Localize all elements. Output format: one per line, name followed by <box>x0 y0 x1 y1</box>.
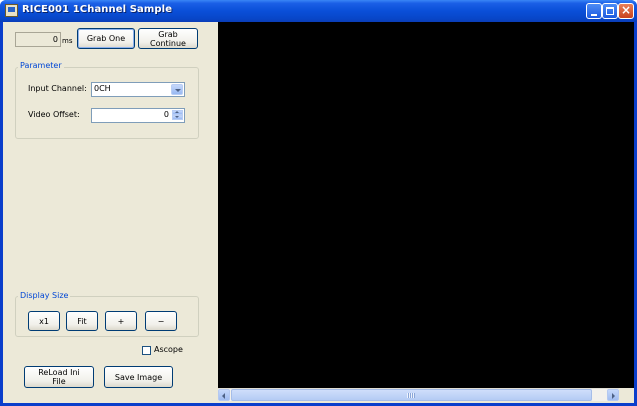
input-channel-label: Input Channel: <box>28 84 87 93</box>
window-title: RICE001 1Channel Sample <box>22 4 173 15</box>
maximize-button[interactable] <box>602 3 618 19</box>
video-offset-value: 0 <box>163 110 169 119</box>
display-size-group-title: Display Size <box>18 291 71 300</box>
zoom-out-button[interactable]: − <box>145 311 177 331</box>
save-image-button[interactable]: Save Image <box>104 366 173 388</box>
parameter-group-title: Parameter <box>18 61 64 70</box>
zoom-in-button[interactable]: + <box>105 311 137 331</box>
app-icon <box>5 4 18 17</box>
minimize-icon <box>591 14 597 16</box>
grab-one-button[interactable]: Grab One <box>77 28 135 49</box>
close-button[interactable]: × <box>618 3 634 19</box>
zoom-x1-button[interactable]: x1 <box>28 311 60 331</box>
input-channel-value: 0CH <box>94 84 111 93</box>
zoom-fit-button[interactable]: Fit <box>66 311 98 331</box>
chevron-down-icon[interactable] <box>171 84 183 95</box>
video-offset-label: Video Offset: <box>28 110 80 119</box>
time-unit-label: ms <box>62 37 73 45</box>
video-offset-stepper[interactable]: 0 <box>91 108 185 123</box>
input-channel-select[interactable]: 0CH <box>91 82 185 97</box>
scroll-thumb[interactable] <box>231 389 592 401</box>
reload-ini-button[interactable]: ReLoad Ini File <box>24 366 94 388</box>
grab-time-display: 0 <box>15 32 61 47</box>
grab-continue-button[interactable]: Grab Continue <box>138 28 198 49</box>
parameter-group <box>15 67 199 139</box>
horizontal-scrollbar[interactable] <box>218 388 619 401</box>
ascope-label[interactable]: Ascope <box>154 345 183 354</box>
scroll-left-icon[interactable] <box>218 389 230 401</box>
title-bar[interactable]: RICE001 1Channel Sample × <box>0 0 637 22</box>
grip-icon <box>407 393 415 398</box>
image-display[interactable] <box>218 22 634 388</box>
maximize-icon <box>606 7 614 15</box>
main-window: RICE001 1Channel Sample × 0 ms Grab One … <box>0 0 637 406</box>
scroll-right-icon[interactable] <box>607 389 619 401</box>
minimize-button[interactable] <box>586 3 602 19</box>
spin-down-icon[interactable] <box>172 115 183 120</box>
client-area: 0 ms Grab One Grab Continue Parameter In… <box>3 22 634 403</box>
close-icon: × <box>620 3 632 17</box>
ascope-checkbox[interactable] <box>142 346 151 355</box>
